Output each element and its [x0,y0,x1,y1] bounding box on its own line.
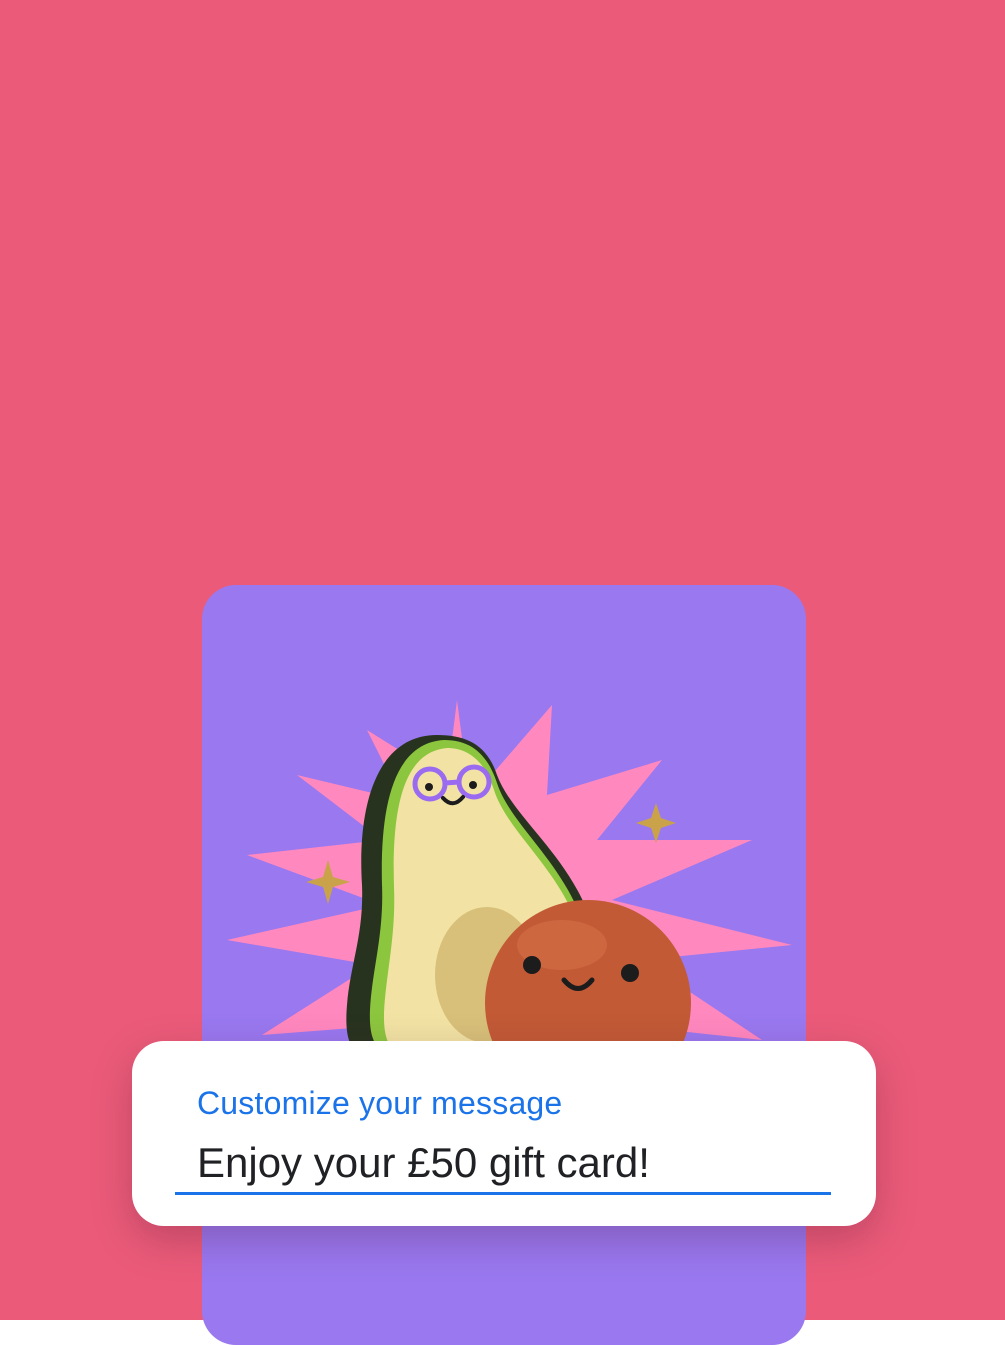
gift-card-preview [202,585,806,1345]
gift-card-illustration [227,700,792,1106]
message-card: Customize your message [132,1041,876,1226]
message-input[interactable] [175,1133,831,1195]
sparkle-right-icon [636,803,676,843]
message-field-label: Customize your message [197,1085,563,1121]
